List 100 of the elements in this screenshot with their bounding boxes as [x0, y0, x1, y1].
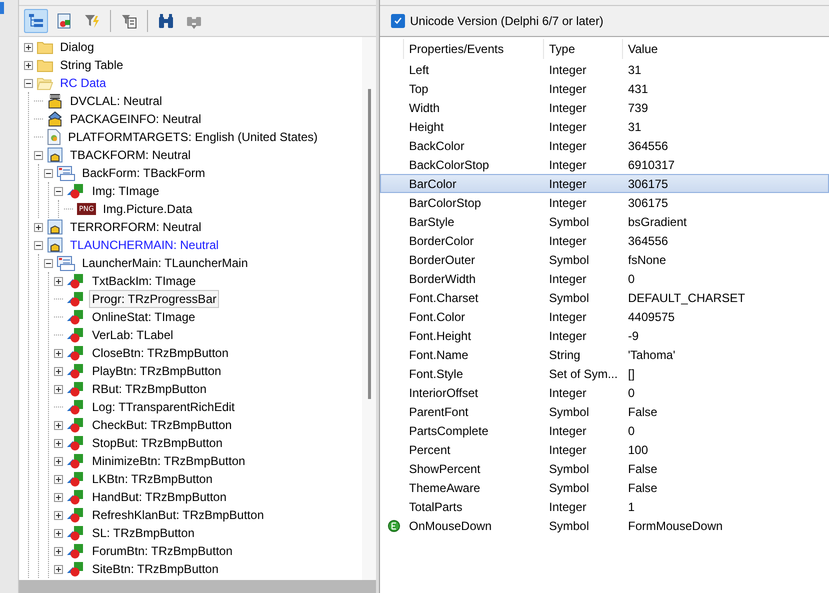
- property-name: Width: [408, 100, 441, 114]
- expand-icon[interactable]: [54, 420, 62, 430]
- property-row[interactable]: BackColor Integer 364556: [380, 136, 829, 155]
- expand-icon[interactable]: [24, 42, 32, 52]
- component-icon: [67, 507, 85, 523]
- property-row[interactable]: Font.Color Integer 4409575: [380, 307, 829, 326]
- tree-item[interactable]: SiteBtn: TRzBmpButton: [89, 560, 222, 578]
- property-value: False: [627, 404, 658, 418]
- property-row[interactable]: Height Integer 31: [380, 117, 829, 136]
- tree-item[interactable]: Img: TImage: [89, 182, 162, 200]
- expand-icon[interactable]: [54, 276, 62, 286]
- property-row[interactable]: ParentFont Symbol False: [380, 402, 829, 421]
- tree-item[interactable]: OnlineStat: TImage: [89, 308, 198, 326]
- expand-icon[interactable]: [54, 348, 62, 358]
- property-row[interactable]: BarColor Integer 306175: [380, 174, 829, 193]
- tree-item[interactable]: BackForm: TBackForm: [79, 164, 208, 182]
- tree-item[interactable]: Dialog: [57, 38, 98, 56]
- property-row[interactable]: ThemeAware Symbol False: [380, 478, 829, 497]
- property-name: Font.Style: [408, 366, 464, 380]
- tree-item[interactable]: TBACKFORM: Neutral: [67, 146, 194, 164]
- collapse-icon[interactable]: [54, 186, 62, 196]
- tree-item[interactable]: StopBut: TRzBmpButton: [89, 434, 226, 452]
- property-type: Set of Sym...: [548, 366, 619, 380]
- expand-icon[interactable]: [34, 222, 42, 232]
- tree-item[interactable]: RefreshKlanBut: TRzBmpButton: [89, 506, 267, 524]
- tree-item[interactable]: LKBtn: TRzBmpButton: [89, 470, 216, 488]
- tree-item[interactable]: PlayBtn: TRzBmpButton: [89, 362, 224, 380]
- property-type: Integer: [548, 196, 588, 210]
- property-row[interactable]: Width Integer 739: [380, 98, 829, 117]
- form-icon: [57, 255, 75, 271]
- tree-item[interactable]: SL: TRzBmpButton: [89, 524, 198, 542]
- tree-item[interactable]: String Table: [57, 56, 126, 74]
- column-header[interactable]: Properties/Events: [403, 39, 543, 59]
- property-type: Integer: [548, 442, 588, 456]
- filter-lightning-icon: [84, 13, 100, 29]
- property-value: fsNone: [627, 252, 668, 266]
- expand-icon[interactable]: [54, 474, 62, 484]
- property-name: Percent: [408, 442, 452, 456]
- collapse-icon[interactable]: [44, 258, 52, 268]
- tree-item[interactable]: TERRORFORM: Neutral: [67, 218, 204, 236]
- tree-item[interactable]: TxtBackIm: TImage: [89, 272, 199, 290]
- property-value: 31: [627, 120, 642, 134]
- collapse-icon[interactable]: [34, 150, 42, 160]
- tree-item[interactable]: Img.Picture.Data: [100, 200, 196, 218]
- scrollbar-thumb[interactable]: [368, 89, 370, 399]
- expand-icon[interactable]: [24, 60, 32, 70]
- toolbar-button[interactable]: [24, 9, 48, 33]
- collapse-icon[interactable]: [34, 240, 42, 250]
- tree-item[interactable]: Progr: TRzProgressBar: [89, 290, 220, 308]
- property-row[interactable]: Font.Style Set of Sym... []: [380, 364, 829, 383]
- property-row[interactable]: BarColorStop Integer 306175: [380, 193, 829, 212]
- property-value: 306175: [627, 176, 670, 190]
- property-row[interactable]: BackColorStop Integer 6910317: [380, 155, 829, 174]
- property-row[interactable]: Left Integer 31: [380, 60, 829, 79]
- property-row[interactable]: Font.Height Integer -9: [380, 326, 829, 345]
- column-header[interactable]: Type: [543, 39, 622, 59]
- expand-icon[interactable]: [54, 456, 62, 466]
- tree-item[interactable]: PACKAGEINFO: Neutral: [67, 110, 204, 128]
- expand-icon[interactable]: [54, 384, 62, 394]
- component-icon: [67, 345, 85, 361]
- expand-icon[interactable]: [54, 546, 62, 556]
- tree-item[interactable]: ForumBtn: TRzBmpButton: [89, 542, 236, 560]
- tree-item[interactable]: MinimizeBtn: TRzBmpButton: [89, 452, 248, 470]
- tree-item[interactable]: PLATFORMTARGETS: English (United States): [65, 128, 321, 146]
- tree-item[interactable]: DVCLAL: Neutral: [67, 92, 166, 110]
- tree-item[interactable]: RBut: TRzBmpButton: [89, 380, 210, 398]
- expand-icon[interactable]: [54, 564, 62, 574]
- tree-item[interactable]: CloseBtn: TRzBmpButton: [89, 344, 232, 362]
- expand-icon[interactable]: [54, 492, 62, 502]
- property-row[interactable]: BorderColor Integer 364556: [380, 231, 829, 250]
- property-name: BackColor: [408, 138, 466, 152]
- tree-item[interactable]: CheckBut: TRzBmpButton: [89, 416, 235, 434]
- property-row[interactable]: BarStyle Symbol bsGradient: [380, 212, 829, 231]
- expand-icon[interactable]: [54, 366, 62, 376]
- property-row[interactable]: PartsComplete Integer 0: [380, 421, 829, 440]
- property-row[interactable]: Top Integer 431: [380, 79, 829, 98]
- tree-item[interactable]: VerLab: TLabel: [89, 326, 176, 344]
- property-row[interactable]: OnMouseDown Symbol FormMouseDown: [380, 516, 829, 535]
- collapse-icon[interactable]: [44, 168, 52, 178]
- column-header[interactable]: Value: [622, 39, 822, 59]
- tree-item[interactable]: Log: TTransparentRichEdit: [89, 398, 238, 416]
- property-row[interactable]: BorderWidth Integer 0: [380, 269, 829, 288]
- property-row[interactable]: BorderOuter Symbol fsNone: [380, 250, 829, 269]
- property-row[interactable]: Percent Integer 100: [380, 440, 829, 459]
- expand-icon[interactable]: [54, 528, 62, 538]
- property-row[interactable]: TotalParts Integer 1: [380, 497, 829, 516]
- checkbox[interactable]: [391, 14, 405, 28]
- tree-item[interactable]: HandBut: TRzBmpButton: [89, 488, 230, 506]
- folder-icon: [37, 40, 53, 54]
- collapse-icon[interactable]: [24, 78, 32, 88]
- expand-icon[interactable]: [54, 510, 62, 520]
- property-row[interactable]: ShowPercent Symbol False: [380, 459, 829, 478]
- tree-item[interactable]: LauncherMain: TLauncherMain: [79, 254, 251, 272]
- tree-item[interactable]: RC Data: [57, 74, 110, 92]
- expand-icon[interactable]: [54, 438, 62, 448]
- tree-item[interactable]: TLAUNCHERMAIN: Neutral: [67, 236, 222, 254]
- property-row[interactable]: InteriorOffset Integer 0: [380, 383, 829, 402]
- property-type: Integer: [548, 328, 588, 342]
- property-row[interactable]: Font.Charset Symbol DEFAULT_CHARSET: [380, 288, 829, 307]
- property-row[interactable]: Font.Name String 'Tahoma': [380, 345, 829, 364]
